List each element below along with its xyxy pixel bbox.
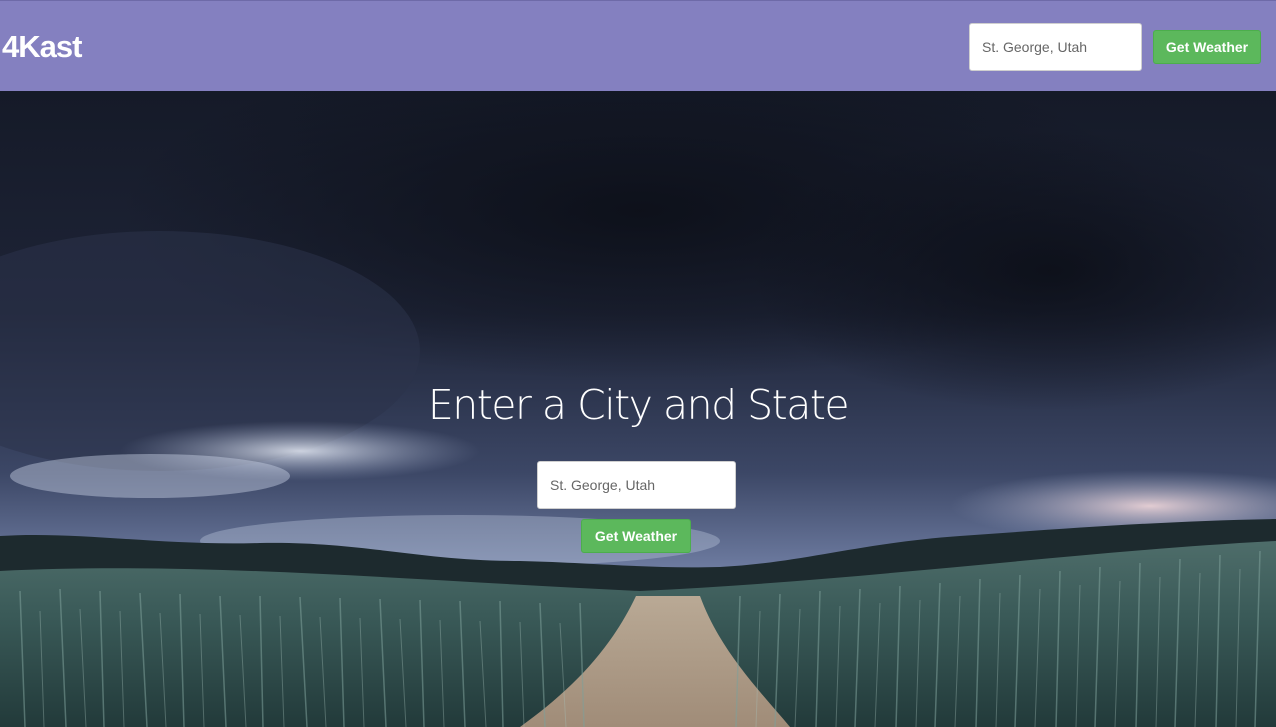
hero-title: Enter a City and State (427, 381, 850, 429)
hero-section: Enter a City and State Get Weather (0, 91, 1276, 727)
brand-logo[interactable]: 4Kast (2, 29, 82, 65)
navbar: 4Kast Get Weather (0, 0, 1276, 91)
page: 4Kast Get Weather (0, 0, 1276, 727)
header-get-weather-button[interactable]: Get Weather (1153, 30, 1261, 64)
header-search-input[interactable] (969, 23, 1142, 71)
hero-get-weather-button[interactable]: Get Weather (581, 519, 691, 553)
hero-search-input[interactable] (537, 461, 736, 509)
